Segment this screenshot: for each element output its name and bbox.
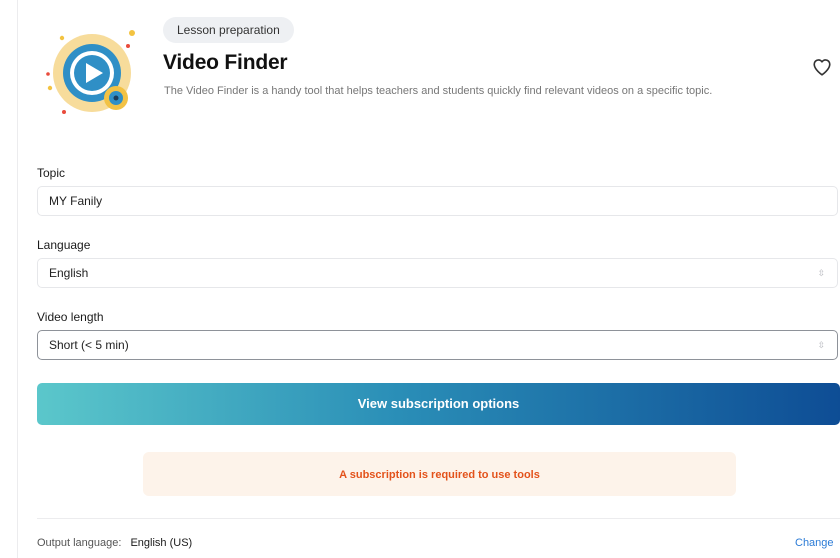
category-badge: Lesson preparation xyxy=(163,17,294,43)
page-title: Video Finder xyxy=(163,51,288,74)
video-play-icon xyxy=(42,26,144,122)
language-value: English xyxy=(49,266,89,280)
output-language-label: Output language: xyxy=(37,537,122,549)
subscription-notice: A subscription is required to use tools xyxy=(143,452,736,496)
tool-description: The Video Finder is a handy tool that he… xyxy=(164,85,713,97)
heart-icon xyxy=(813,59,831,76)
select-arrows-icon: ⇳ xyxy=(817,268,825,278)
language-select[interactable]: English ⇳ xyxy=(37,258,838,288)
output-language: Output language: English (US) xyxy=(37,537,192,549)
video-length-select[interactable]: Short (< 5 min) ⇳ xyxy=(37,330,838,360)
language-label: Language xyxy=(37,238,91,252)
topic-input[interactable]: MY Fanily xyxy=(37,186,838,216)
topic-label: Topic xyxy=(37,166,66,180)
left-divider xyxy=(17,0,18,558)
select-arrows-icon: ⇳ xyxy=(817,340,825,350)
favorite-button[interactable] xyxy=(808,53,836,81)
output-language-value: English (US) xyxy=(130,537,193,549)
topic-value: MY Fanily xyxy=(49,194,103,208)
footer-divider xyxy=(37,518,840,519)
change-language-link[interactable]: Change xyxy=(795,537,834,549)
video-length-label: Video length xyxy=(37,310,104,324)
view-subscription-button[interactable]: View subscription options xyxy=(37,383,840,425)
video-length-value: Short (< 5 min) xyxy=(49,338,129,352)
